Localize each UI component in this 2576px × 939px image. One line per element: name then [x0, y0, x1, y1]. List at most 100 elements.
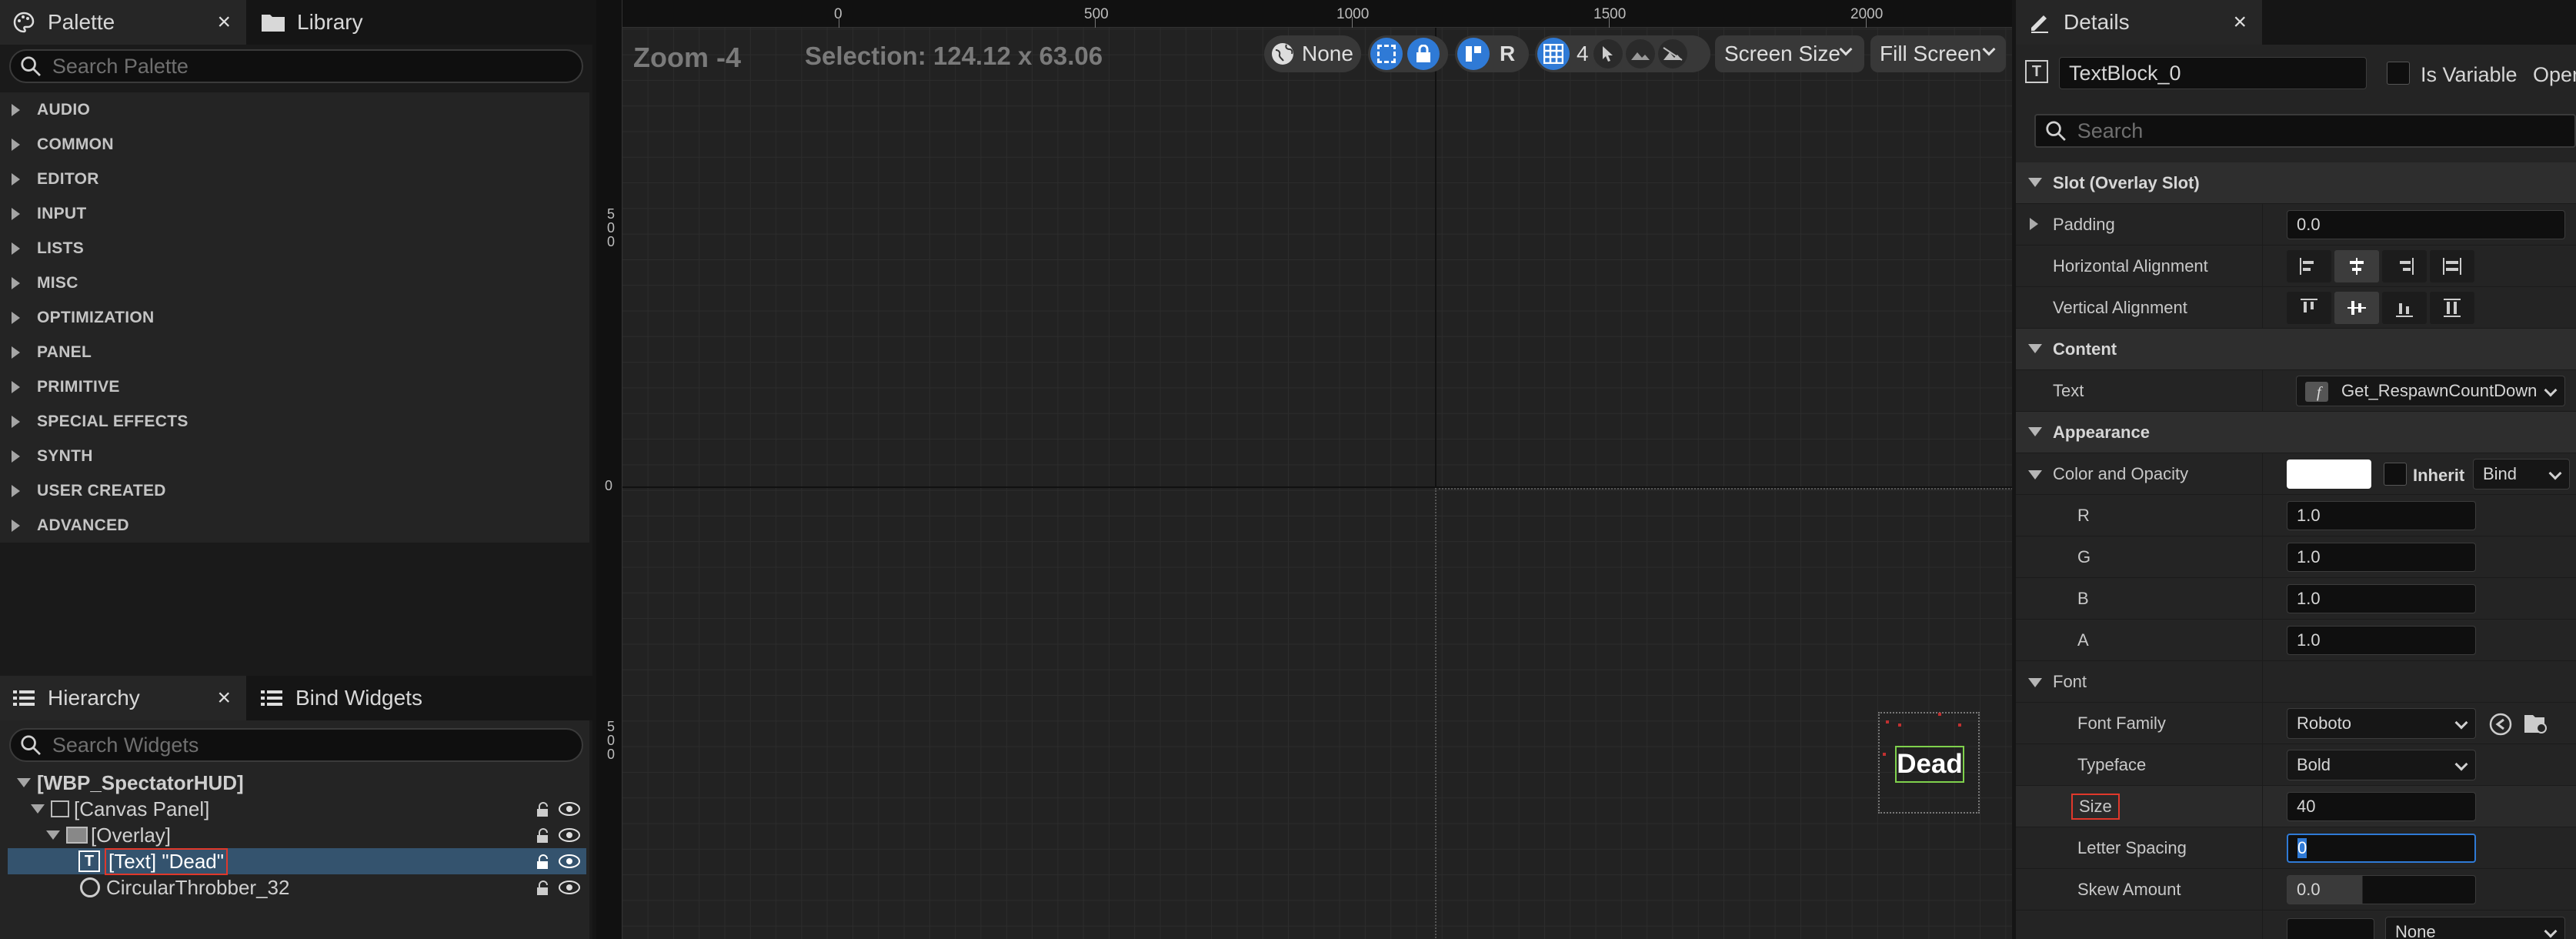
- palette-category[interactable]: MISC: [0, 266, 589, 300]
- row-font[interactable]: Font: [2016, 661, 2576, 703]
- color-b-field[interactable]: 1.0: [2287, 584, 2476, 613]
- ruler-top[interactable]: 0 500 1000 1500 2000: [596, 0, 2012, 28]
- collapse-arrow-icon[interactable]: [2028, 678, 2042, 687]
- font-family-dropdown[interactable]: Roboto: [2287, 708, 2476, 739]
- section-content[interactable]: Content: [2016, 329, 2576, 370]
- close-palette-icon[interactable]: ×: [217, 9, 231, 35]
- tree-item-root[interactable]: [WBP_SpectatorHUD]: [8, 770, 586, 796]
- align-right-icon[interactable]: [2382, 250, 2427, 282]
- text-binding-dropdown[interactable]: f Get_RespawnCountDown: [2296, 376, 2565, 406]
- browse-back-icon[interactable]: [2488, 712, 2513, 737]
- layout-mode-icon[interactable]: [1457, 38, 1490, 70]
- align-top-icon[interactable]: [2287, 292, 2331, 324]
- palette-category[interactable]: OPTIMIZATION: [0, 300, 589, 335]
- eye-icon[interactable]: [559, 880, 580, 895]
- grid-snap-value[interactable]: 4: [1577, 42, 1589, 66]
- section-appearance[interactable]: Appearance: [2016, 412, 2576, 453]
- inherit-checkbox[interactable]: [2384, 463, 2407, 486]
- palette-category[interactable]: AUDIO: [0, 92, 589, 127]
- color-g-field[interactable]: 1.0: [2287, 543, 2476, 572]
- resize-mode-button[interactable]: R: [1500, 42, 1515, 66]
- color-swatch[interactable]: [2287, 459, 2371, 489]
- ruler-left[interactable]: 500 0 500: [596, 0, 622, 939]
- align-fill-icon[interactable]: [2430, 250, 2474, 282]
- palette-category[interactable]: SYNTH: [0, 439, 589, 473]
- font-size-field[interactable]: 40: [2287, 792, 2476, 821]
- tree-item-text-dead[interactable]: T [Text] "Dead": [8, 847, 586, 875]
- palette-category[interactable]: SPECIAL EFFECTS: [0, 404, 589, 439]
- selection-tools[interactable]: [1368, 35, 1448, 72]
- partial-dropdown[interactable]: None: [2385, 917, 2565, 939]
- layout-mode-tools[interactable]: R: [1455, 35, 1529, 72]
- color-a-field[interactable]: 1.0: [2287, 626, 2476, 655]
- lock-icon[interactable]: [536, 881, 552, 896]
- designer-viewport[interactable]: 0 500 1000 1500 2000 500 0 500 Zoom -4 S…: [596, 0, 2012, 939]
- collapse-arrow-icon[interactable]: [46, 830, 60, 840]
- letter-spacing-field[interactable]: 0: [2287, 834, 2476, 863]
- align-vertical-fill-icon[interactable]: [2430, 292, 2474, 324]
- screen-size-dropdown[interactable]: Screen Size: [1715, 35, 1864, 72]
- section-slot[interactable]: Slot (Overlay Slot): [2016, 162, 2576, 204]
- palette-category[interactable]: USER CREATED: [0, 473, 589, 508]
- row-padding: Padding 0.0: [2016, 204, 2576, 246]
- palette-category[interactable]: LISTS: [0, 231, 589, 266]
- palette-search-input[interactable]: [52, 54, 582, 79]
- eye-icon[interactable]: [559, 801, 580, 817]
- palette-category[interactable]: EDITOR: [0, 162, 589, 196]
- eye-icon[interactable]: [559, 854, 580, 869]
- is-variable-checkbox[interactable]: [2387, 62, 2410, 85]
- widget-name-field[interactable]: TextBlock_0: [2059, 57, 2367, 89]
- close-hierarchy-icon[interactable]: ×: [217, 685, 231, 711]
- grid-snap-tools[interactable]: 4: [1535, 35, 1710, 72]
- tab-hierarchy[interactable]: Hierarchy ×: [0, 676, 246, 720]
- lock-layout-icon[interactable]: [1407, 38, 1440, 70]
- collapse-arrow-icon[interactable]: [2028, 470, 2042, 480]
- align-center-icon[interactable]: [2334, 250, 2379, 282]
- collapse-arrow-icon[interactable]: [17, 778, 31, 787]
- partial-field[interactable]: [2287, 918, 2374, 939]
- palette-category[interactable]: ADVANCED: [0, 508, 589, 543]
- browse-folder-icon[interactable]: [2524, 712, 2550, 737]
- grid-snap-icon[interactable]: [1537, 38, 1570, 70]
- bind-dropdown[interactable]: Bind: [2473, 459, 2570, 490]
- marquee-select-icon[interactable]: [1370, 38, 1403, 70]
- close-details-icon[interactable]: ×: [2233, 9, 2247, 35]
- color-r-field[interactable]: 1.0: [2287, 501, 2476, 530]
- fill-screen-dropdown[interactable]: Fill Screen: [1870, 35, 2006, 72]
- tree-item-circular-throbber[interactable]: CircularThrobber_32: [8, 874, 586, 901]
- palette-category[interactable]: PRIMITIVE: [0, 369, 589, 404]
- hierarchy-search[interactable]: [9, 728, 583, 762]
- collapse-arrow-icon[interactable]: [31, 804, 45, 814]
- dead-text-preview[interactable]: Dead: [1895, 746, 1964, 783]
- align-left-icon[interactable]: [2287, 250, 2331, 282]
- open-link[interactable]: Open: [2533, 63, 2576, 87]
- lock-icon[interactable]: [536, 802, 552, 817]
- details-search-input[interactable]: [2077, 119, 2574, 143]
- palette-category[interactable]: COMMON: [0, 127, 589, 162]
- tab-palette[interactable]: Palette ×: [0, 0, 246, 45]
- tab-details[interactable]: Details ×: [2016, 0, 2262, 45]
- background-image-icon[interactable]: [1625, 39, 1655, 69]
- tree-item-canvas-panel[interactable]: [Canvas Panel]: [8, 796, 586, 822]
- lock-icon[interactable]: [536, 828, 552, 844]
- cursor-icon[interactable]: [1593, 39, 1623, 69]
- hierarchy-search-input[interactable]: [52, 733, 582, 757]
- align-bottom-icon[interactable]: [2382, 292, 2427, 324]
- ruler-tick: [1095, 17, 1096, 28]
- align-middle-icon[interactable]: [2334, 292, 2379, 324]
- tab-library[interactable]: Library: [248, 0, 479, 45]
- tab-bind-widgets[interactable]: Bind Widgets: [248, 676, 479, 720]
- eye-icon[interactable]: [559, 827, 580, 843]
- details-search[interactable]: [2034, 114, 2576, 148]
- lock-icon[interactable]: [536, 854, 552, 870]
- expand-arrow-icon[interactable]: [2030, 218, 2038, 230]
- palette-category[interactable]: PANEL: [0, 335, 589, 369]
- palette-search[interactable]: [9, 49, 583, 83]
- tree-item-overlay[interactable]: [Overlay]: [8, 822, 586, 848]
- typeface-dropdown[interactable]: Bold: [2287, 750, 2476, 780]
- palette-category[interactable]: INPUT: [0, 196, 589, 231]
- localization-button[interactable]: None: [1264, 35, 1361, 72]
- respect-locks-icon[interactable]: [1657, 39, 1687, 69]
- skew-amount-field[interactable]: 0.0: [2287, 875, 2476, 904]
- padding-field[interactable]: 0.0: [2287, 210, 2565, 239]
